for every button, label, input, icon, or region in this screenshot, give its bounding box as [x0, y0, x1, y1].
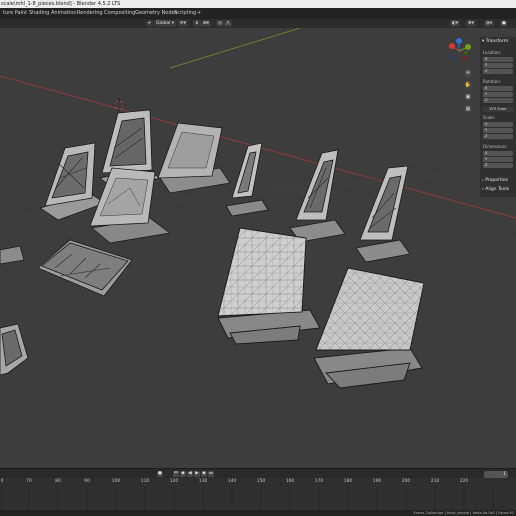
- 3d-viewport[interactable]: ⊕ ✋ ▣ ▦: [0, 28, 516, 468]
- rotation-mode-dropdown[interactable]: XYZ Euler: [483, 107, 513, 112]
- ruler-tick: 70: [26, 479, 32, 484]
- model-partial-left: [0, 245, 29, 376]
- y-axis-line: [169, 28, 301, 69]
- ruler-tick: 220: [459, 479, 469, 484]
- play-icon[interactable]: ▶: [194, 471, 200, 477]
- ruler-tick: 210: [430, 479, 440, 484]
- location-y-field[interactable]: Y: [483, 63, 513, 68]
- ruler-tick: 130: [198, 479, 208, 484]
- ruler-tick: 100: [111, 479, 121, 484]
- pivot-icon[interactable]: ⟳▾: [178, 20, 189, 27]
- ruler-tick: 120: [169, 479, 179, 484]
- ruler-tick: 180: [343, 479, 353, 484]
- model-stand-2: [289, 149, 346, 243]
- location-label: Location:: [483, 50, 502, 55]
- ruler-tick: 140: [227, 479, 237, 484]
- viewport-header: ⌖ Global ▾ ⟳▾ ⋔ ⊞▾ ◎ ⋀ ◐▾ ✥▾ ◍▾ ●: [0, 19, 516, 28]
- ruler-tick: 170: [314, 479, 324, 484]
- ruler-tick: 0: [0, 479, 4, 484]
- ruler-tick: 150: [256, 479, 266, 484]
- ruler-tick: 160: [285, 479, 295, 484]
- dimensions-x-field[interactable]: X: [483, 151, 513, 156]
- pan-hand-icon[interactable]: ✋: [464, 81, 472, 89]
- scene-canvas: [0, 28, 516, 389]
- title-bar: scale\mhl_1-8_pieces.blend] - Blender 4.…: [0, 0, 516, 8]
- tab-rendering[interactable]: Rendering: [75, 9, 105, 18]
- scale-label: Scale:: [483, 115, 496, 120]
- falloff-icon[interactable]: ⋀: [224, 20, 232, 27]
- model-plate-1: [157, 122, 231, 194]
- prev-keyframe-icon[interactable]: ◆: [180, 471, 186, 477]
- properties-panel-header[interactable]: › Properties: [482, 178, 508, 183]
- add-workspace-button[interactable]: +: [195, 9, 203, 18]
- zoom-icon[interactable]: ⊕: [464, 69, 472, 77]
- gizmo-icon[interactable]: ✥▾: [466, 20, 477, 27]
- sidebar-n-panel: ▾ Transform Location: X Y Z Rotation: X …: [480, 37, 516, 197]
- ruler-tick: 110: [140, 479, 150, 484]
- status-text: Scene Collection | front_simple | Verts:…: [413, 511, 514, 515]
- ruler-tick: 190: [372, 479, 382, 484]
- rotation-x-field[interactable]: X: [483, 86, 513, 91]
- ruler-tick: 90: [84, 479, 90, 484]
- perspective-grid-icon[interactable]: ▦: [464, 105, 472, 113]
- model-stand-3: [355, 165, 411, 263]
- transform-orientation-dropdown[interactable]: Global ▾: [154, 20, 177, 27]
- rotation-label: Rotation:: [483, 79, 502, 84]
- camera-icon[interactable]: ▣: [464, 93, 472, 101]
- scale-z-field[interactable]: Z: [483, 134, 513, 139]
- location-x-field[interactable]: X: [483, 57, 513, 62]
- dimensions-y-field[interactable]: Y: [483, 157, 513, 162]
- align-tools-panel-header[interactable]: › Align Tools: [482, 187, 509, 192]
- model-frame-1: [39, 142, 106, 221]
- proportional-edit-icon[interactable]: ◎: [216, 20, 224, 27]
- timeline-grid: [1, 487, 494, 510]
- window-title: scale\mhl_1-8_pieces.blend] - Blender 4.…: [1, 1, 121, 7]
- next-keyframe-icon[interactable]: ◆: [201, 471, 207, 477]
- transform-header[interactable]: ▾ Transform: [482, 39, 508, 44]
- model-stand-1: [225, 142, 269, 217]
- scale-x-field[interactable]: X: [483, 122, 513, 127]
- jump-start-icon[interactable]: ⏮: [173, 471, 179, 477]
- timeline-ruler[interactable]: 0 70 80 90 100 110 120 130 140 150 160 1…: [0, 478, 516, 487]
- model-large-plate-1: [217, 227, 321, 345]
- overlays-icon[interactable]: ◍▾: [484, 20, 495, 27]
- scale-y-field[interactable]: Y: [483, 128, 513, 133]
- play-reverse-icon[interactable]: ◀: [187, 471, 193, 477]
- dimensions-label: Dimensions:: [483, 144, 508, 149]
- current-frame-field[interactable]: 1: [484, 470, 508, 478]
- model-large-plate-2: [313, 267, 425, 389]
- dimensions-z-field[interactable]: Z: [483, 163, 513, 168]
- record-icon[interactable]: ●: [157, 471, 163, 477]
- tab-shading[interactable]: Shading: [27, 9, 51, 18]
- jump-end-icon[interactable]: ⏭: [208, 471, 214, 477]
- timeline-tracks[interactable]: [0, 487, 516, 510]
- status-bar: Scene Collection | front_simple | Verts:…: [0, 510, 516, 516]
- tab-texture-paint[interactable]: ture Paint: [1, 9, 29, 18]
- ruler-tick: 200: [401, 479, 411, 484]
- rotation-y-field[interactable]: Y: [483, 92, 513, 97]
- snap-mode-icon[interactable]: ⊞▾: [201, 20, 212, 27]
- rotation-z-field[interactable]: Z: [483, 98, 513, 103]
- location-z-field[interactable]: Z: [483, 69, 513, 74]
- orientation-icon[interactable]: ⌖: [146, 20, 153, 27]
- model-flat-panel: [37, 239, 133, 297]
- shading-icon[interactable]: ●: [500, 20, 508, 27]
- navigation-gizmo[interactable]: [444, 36, 474, 66]
- ruler-tick: 80: [55, 479, 61, 484]
- visibility-icon[interactable]: ◐▾: [450, 20, 461, 27]
- orientation-label: Global: [156, 21, 171, 26]
- snap-icon[interactable]: ⋔: [193, 20, 201, 27]
